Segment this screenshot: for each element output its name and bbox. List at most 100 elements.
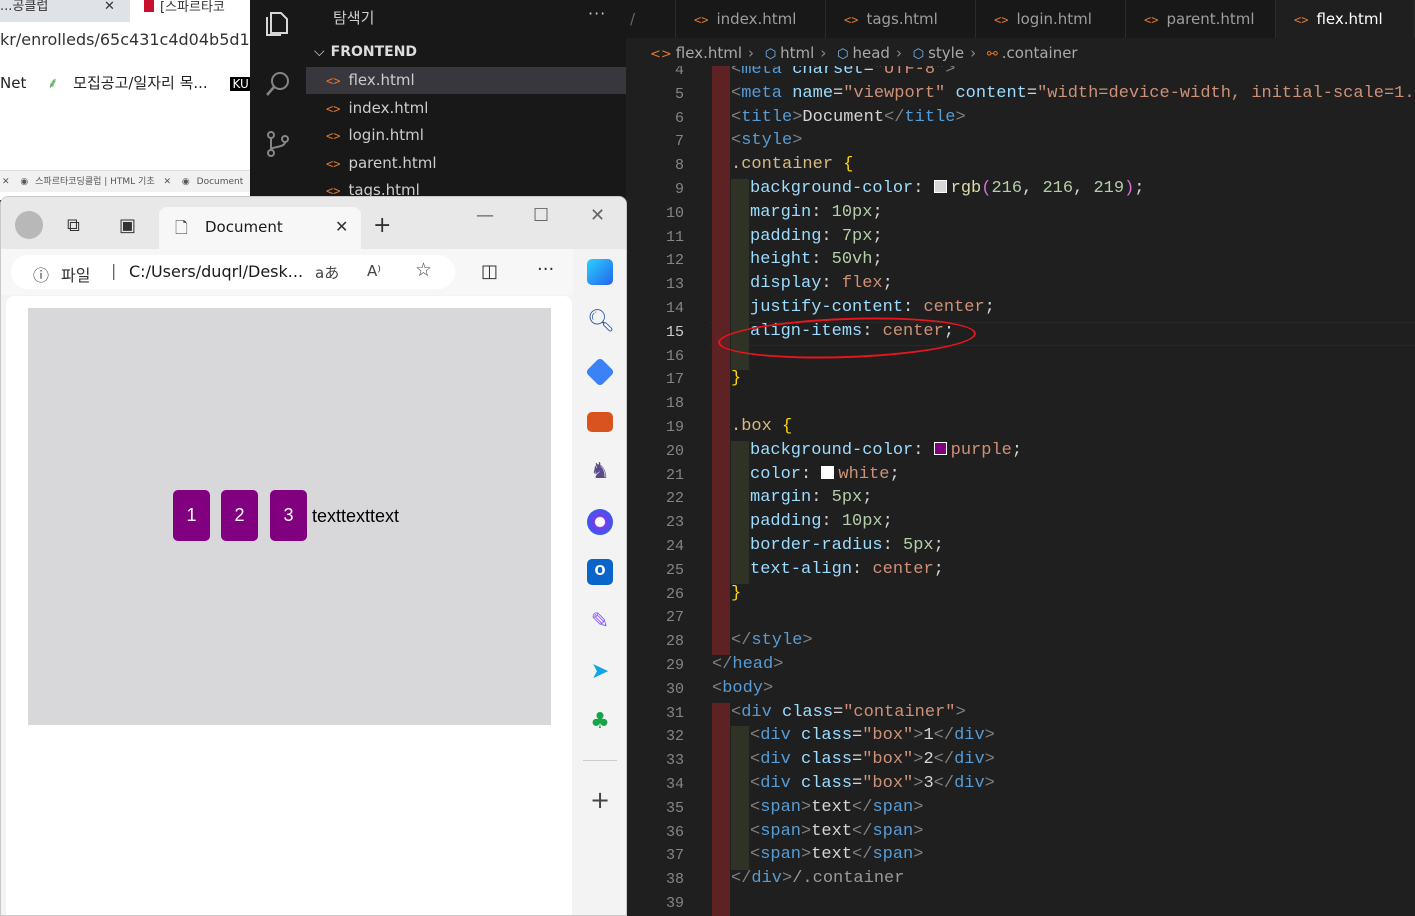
- tab-parent[interactable]: <> parent.html: [1126, 0, 1276, 38]
- source-control-icon[interactable]: [262, 128, 294, 160]
- profile-avatar[interactable]: [15, 211, 43, 239]
- code-line[interactable]: <div class="box">1</div>: [750, 726, 995, 745]
- code-line[interactable]: }: [731, 369, 741, 388]
- demo-inline-text: texttexttext: [312, 506, 400, 526]
- search-icon[interactable]: 🔍︎: [587, 309, 615, 335]
- split-screen-icon[interactable]: ◫: [481, 261, 498, 282]
- code-line[interactable]: <div class="container">: [731, 703, 966, 722]
- code-line[interactable]: </style>: [731, 631, 813, 650]
- chevron-right-icon: ›: [970, 44, 977, 62]
- add-sidebar-app-icon[interactable]: +: [587, 787, 613, 813]
- explorer-icon[interactable]: [262, 8, 294, 40]
- tab-login[interactable]: <> login.html: [976, 0, 1126, 38]
- microsoft365-icon[interactable]: [587, 509, 613, 535]
- tab-overflow[interactable]: /: [626, 0, 676, 38]
- code-line[interactable]: .box {: [731, 417, 792, 436]
- new-tab-icon[interactable]: +: [373, 213, 391, 238]
- search-icon[interactable]: [262, 68, 294, 100]
- tab-actions-icon[interactable]: ▣: [119, 215, 136, 236]
- code-line[interactable]: .container {: [731, 155, 853, 174]
- strip-tab-1[interactable]: 스파르타코딩클럽 | HTML 기초: [35, 177, 154, 187]
- code-line[interactable]: <style>: [731, 131, 802, 150]
- close-icon[interactable]: ✕: [2, 177, 10, 187]
- code-line[interactable]: padding: 10px;: [750, 512, 893, 531]
- code-line[interactable]: <span>text</span>: [750, 798, 923, 817]
- tab-flex[interactable]: <> flex.html: [1276, 0, 1415, 38]
- code-line[interactable]: <span>text</span>: [750, 845, 923, 864]
- code-line[interactable]: <meta charset="UTF-8">: [731, 66, 955, 79]
- minimize-icon[interactable]: —: [476, 205, 494, 226]
- line-number: 20: [665, 442, 684, 460]
- favorite-star-icon[interactable]: ☆: [415, 259, 432, 281]
- code-line[interactable]: display: flex;: [750, 274, 893, 293]
- code-line[interactable]: margin: 5px;: [750, 488, 872, 507]
- close-window-icon[interactable]: ✕: [590, 205, 605, 226]
- shopping-tag-icon[interactable]: [585, 357, 615, 387]
- code-line[interactable]: padding: 7px;: [750, 227, 883, 246]
- code-line[interactable]: <title>Document</title>: [731, 108, 966, 127]
- line-number: 30: [665, 680, 684, 698]
- info-icon[interactable]: ⓘ: [33, 262, 49, 286]
- code-line[interactable]: <span>text</span>: [750, 822, 923, 841]
- code-line[interactable]: justify-content: center;: [750, 298, 995, 317]
- code-line[interactable]: </head>: [712, 655, 783, 674]
- bookmark-jobs[interactable]: 모집공고/일자리 목...: [73, 74, 208, 92]
- file-item-flex[interactable]: <> flex.html: [306, 67, 626, 94]
- breadcrumb-container[interactable]: .container: [1002, 44, 1078, 62]
- copilot-icon[interactable]: [587, 259, 613, 285]
- page-icon: 🗋: [175, 218, 188, 237]
- breadcrumb-style[interactable]: style: [928, 44, 964, 62]
- background-browser-window: ...공클럽 ✕ [스파르타코 kr/enrolleds/65c431c4d04…: [0, 0, 250, 200]
- bookmark-net[interactable]: Net: [0, 74, 26, 92]
- translate-icon[interactable]: aあ: [315, 262, 339, 283]
- code-line[interactable]: <body>: [712, 679, 773, 698]
- designer-icon[interactable]: ✎: [587, 609, 613, 635]
- background-tab-2[interactable]: [스파르타코: [130, 0, 250, 22]
- workspaces-icon[interactable]: ⧉: [67, 215, 80, 236]
- code-line[interactable]: background-color: purple;: [750, 441, 1022, 460]
- breadcrumb-head[interactable]: head: [852, 44, 889, 62]
- folder-frontend[interactable]: ⌵ FRONTEND: [314, 44, 417, 60]
- demo-box-3: 3: [270, 490, 307, 541]
- code-editor[interactable]: 4 <meta charset="UTF-8"> 5 <meta name="view…: [626, 66, 1415, 916]
- more-menu-icon[interactable]: ···: [537, 259, 554, 280]
- tab-index[interactable]: <> index.html: [676, 0, 826, 38]
- games-icon[interactable]: ♞: [587, 459, 613, 485]
- file-item-index[interactable]: <> index.html: [306, 95, 626, 122]
- code-line[interactable]: color: white;: [750, 465, 900, 484]
- code-line[interactable]: <div class="box">2</div>: [750, 750, 995, 769]
- file-item-parent[interactable]: <> parent.html: [306, 150, 626, 177]
- url-text[interactable]: C:/Users/duqrl/Desk...: [129, 262, 303, 281]
- address-bar[interactable]: ⓘ 파일 | C:/Users/duqrl/Desk... aあ A⁾ ☆: [11, 255, 455, 289]
- code-line[interactable]: border-radius: 5px;: [750, 536, 944, 555]
- file-item-login[interactable]: <> login.html: [306, 122, 626, 149]
- code-line[interactable]: }: [731, 584, 741, 603]
- code-line[interactable]: <meta name="viewport" content="width=dev…: [731, 84, 1415, 103]
- code-line[interactable]: margin: 10px;: [750, 203, 883, 222]
- strip-tab-2[interactable]: Document: [197, 177, 244, 187]
- code-line[interactable]: </div>/.container: [731, 869, 904, 888]
- code-line[interactable]: text-align: center;: [750, 560, 944, 579]
- read-aloud-icon[interactable]: A⁾: [367, 262, 381, 280]
- indent-guide: [712, 417, 730, 442]
- code-line[interactable]: height: 50vh;: [750, 250, 883, 269]
- tools-icon[interactable]: [587, 412, 613, 432]
- background-tab-1[interactable]: ...공클럽: [0, 0, 100, 22]
- code-line[interactable]: background-color: rgb(216, 216, 219);: [750, 179, 1145, 198]
- code-line[interactable]: <div class="box">3</div>: [750, 774, 995, 793]
- drop-send-icon[interactable]: ➤: [587, 659, 613, 685]
- close-icon[interactable]: ✕: [164, 177, 172, 187]
- tree-icon[interactable]: ♣: [587, 709, 613, 735]
- bookmark-ku[interactable]: KU: [230, 77, 250, 91]
- maximize-icon[interactable]: ☐: [533, 205, 549, 226]
- background-address-bar[interactable]: kr/enrolleds/65c431c4d04b5d11: [0, 30, 250, 49]
- close-icon[interactable]: ✕: [104, 0, 118, 22]
- outlook-icon[interactable]: O: [587, 559, 613, 585]
- html-file-icon: <>: [650, 47, 672, 62]
- breadcrumb-html[interactable]: html: [780, 44, 814, 62]
- close-tab-icon[interactable]: ✕: [335, 217, 348, 236]
- more-actions-icon[interactable]: ···: [588, 4, 606, 23]
- breadcrumb-file[interactable]: flex.html: [676, 44, 742, 62]
- tab-tags[interactable]: <> tags.html: [826, 0, 976, 38]
- tab-document[interactable]: 🗋 Document ✕: [159, 207, 361, 249]
